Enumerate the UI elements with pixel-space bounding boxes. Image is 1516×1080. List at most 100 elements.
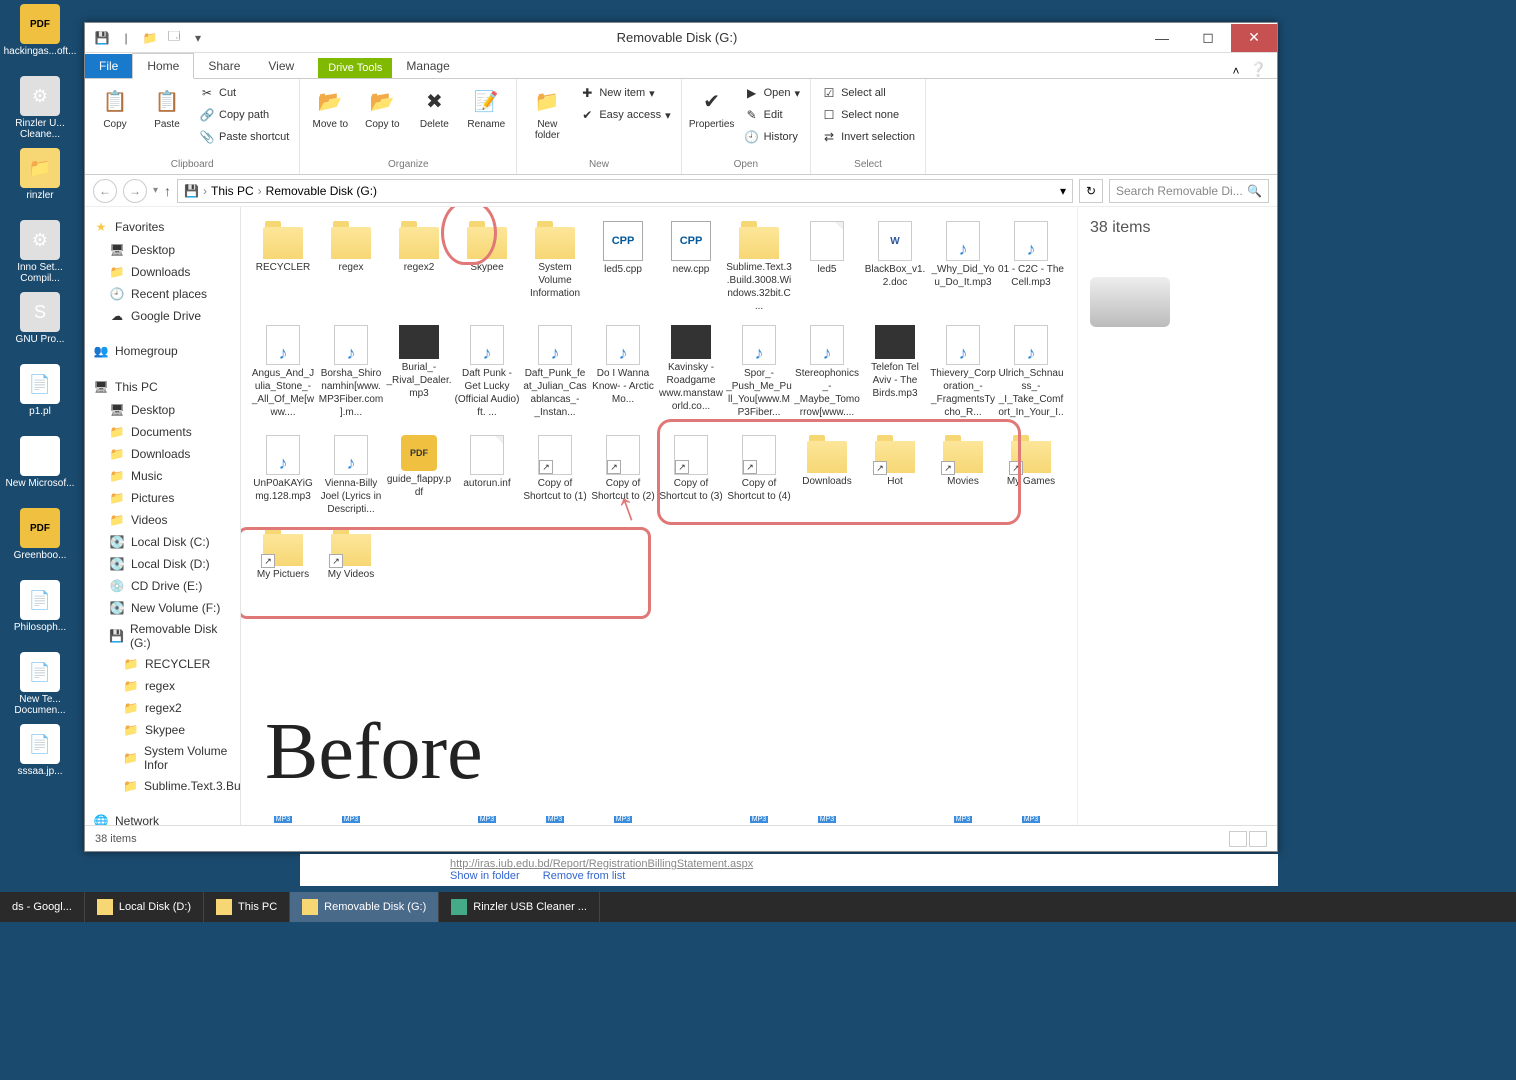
dropdown-icon[interactable]: ▾ — [1060, 184, 1066, 198]
minimize-button[interactable]: — — [1139, 24, 1185, 52]
file-item[interactable]: autorun.inf — [453, 433, 521, 518]
nav-item[interactable]: 💽Local Disk (C:) — [85, 531, 240, 553]
desktop-icon[interactable]: ⚙Inno Set... Compil... — [0, 216, 80, 288]
nav-subitem[interactable]: 📁System Volume Infor — [85, 741, 240, 775]
desktop-icon[interactable]: 📄p1.pl — [0, 360, 80, 432]
nav-network[interactable]: 🌐Network — [85, 809, 240, 825]
breadcrumb[interactable]: 💾 › This PC › Removable Disk (G:) ▾ — [177, 179, 1073, 203]
up-button[interactable]: ↑ — [164, 183, 171, 199]
back-button[interactable]: ← — [93, 179, 117, 203]
invert-selection-button[interactable]: ⇄Invert selection — [817, 127, 919, 147]
file-item[interactable]: CPPnew.cpp — [657, 219, 725, 315]
view-tab[interactable]: View — [254, 54, 308, 78]
file-item[interactable]: PDFguide_flappy.pdf — [385, 433, 453, 518]
file-item[interactable]: Downloads — [793, 433, 861, 518]
file-item[interactable]: Hot — [861, 433, 929, 518]
taskbar-item[interactable]: Rinzler USB Cleaner ... — [439, 892, 600, 922]
select-all-button[interactable]: ☑Select all — [817, 83, 919, 103]
file-item[interactable]: UnP0aKAYiGmg.128.mp3 — [249, 433, 317, 518]
file-list[interactable]: RECYCLERregexregex2SkypeeSystem Volume I… — [241, 207, 1077, 825]
nav-item[interactable]: 🖥Desktop — [85, 399, 240, 421]
properties-icon[interactable]: 🗔 — [165, 29, 183, 47]
qat-more-icon[interactable]: ▾ — [189, 29, 207, 47]
open-button[interactable]: ▶Open ▾ — [740, 83, 804, 103]
file-item[interactable]: Daft Punk - Get Lucky (Official Audio) f… — [453, 323, 521, 425]
file-item[interactable]: Vienna-Billy Joel (Lyrics in Descripti..… — [317, 433, 385, 518]
nav-item[interactable]: 📁Downloads — [85, 443, 240, 465]
file-item[interactable]: Daft_Punk_feat_Julian_Casablancas_-_Inst… — [521, 323, 589, 425]
copy-path-button[interactable]: 🔗Copy path — [195, 105, 293, 125]
desktop-icon[interactable]: XNew Microsof... — [0, 432, 80, 504]
nav-subitem[interactable]: 📁regex2 — [85, 697, 240, 719]
file-item[interactable]: Copy of Shortcut to (2) — [589, 433, 657, 518]
desktop-icon[interactable]: ⚙Rinzler U... Cleane... — [0, 72, 80, 144]
history-button[interactable]: 🕘History — [740, 127, 804, 147]
nav-thispc[interactable]: 🖥This PC — [85, 375, 240, 399]
nav-item[interactable]: ☁Google Drive — [85, 305, 240, 327]
file-item[interactable]: led5 — [793, 219, 861, 315]
easy-access-button[interactable]: ✔Easy access ▾ — [575, 105, 674, 125]
file-item[interactable]: Do I Wanna Know- - Arctic Mo... — [589, 323, 657, 425]
nav-item[interactable]: 📁Pictures — [85, 487, 240, 509]
taskbar-item[interactable]: Local Disk (D:) — [85, 892, 204, 922]
close-button[interactable]: ✕ — [1231, 24, 1277, 52]
desktop-icon[interactable]: SGNU Pro... — [0, 288, 80, 360]
file-item[interactable]: Sublime.Text.3.Build.3008.Windows.32bit.… — [725, 219, 793, 315]
file-item[interactable]: regex2 — [385, 219, 453, 315]
file-item[interactable]: Burial_-_Rival_Dealer.mp3 — [385, 323, 453, 425]
nav-item[interactable]: 📁Downloads — [85, 261, 240, 283]
manage-tab[interactable]: Manage — [392, 54, 463, 78]
file-item[interactable]: RECYCLER — [249, 219, 317, 315]
file-item[interactable]: My Games — [997, 433, 1065, 518]
paste-button[interactable]: 📋Paste — [143, 83, 191, 132]
file-tab[interactable]: File — [85, 54, 132, 78]
show-in-folder-link[interactable]: Show in folder — [450, 870, 520, 882]
file-item[interactable]: Stereophonics_-_Maybe_Tomorrow[www.... — [793, 323, 861, 425]
taskbar-item[interactable]: ds - Googl... — [0, 892, 85, 922]
nav-subitem[interactable]: 📁regex — [85, 675, 240, 697]
file-item[interactable]: WBlackBox_v1.2.doc — [861, 219, 929, 315]
file-item[interactable]: My Pictuers — [249, 526, 317, 583]
nav-item[interactable]: 🕘Recent places — [85, 283, 240, 305]
nav-item[interactable]: 📁Documents — [85, 421, 240, 443]
desktop-icon[interactable]: 📄Philosoph... — [0, 576, 80, 648]
delete-button[interactable]: ✖Delete — [410, 83, 458, 132]
forward-button[interactable]: → — [123, 179, 147, 203]
breadcrumb-item[interactable]: Removable Disk (G:) — [266, 184, 377, 198]
nav-subitem[interactable]: 📁Skypee — [85, 719, 240, 741]
new-item-button[interactable]: ✚New item ▾ — [575, 83, 674, 103]
share-tab[interactable]: Share — [194, 54, 254, 78]
file-item[interactable]: _Why_Did_You_Do_It.mp3 — [929, 219, 997, 315]
folder-icon[interactable]: 📁 — [141, 29, 159, 47]
file-item[interactable]: CPPled5.cpp — [589, 219, 657, 315]
taskbar-item-active[interactable]: Removable Disk (G:) — [290, 892, 439, 922]
file-item[interactable]: Ulrich_Schnauss_-_I_Take_Comfort_In_Your… — [997, 323, 1065, 425]
nav-homegroup[interactable]: 👥Homegroup — [85, 339, 240, 363]
move-to-button[interactable]: 📂Move to — [306, 83, 354, 132]
nav-subitem[interactable]: 📁Sublime.Text.3.Build. — [85, 775, 240, 797]
maximize-button[interactable]: ◻ — [1185, 24, 1231, 52]
file-item[interactable]: System Volume Information — [521, 219, 589, 315]
breadcrumb-item[interactable]: This PC — [211, 184, 254, 198]
select-none-button[interactable]: ☐Select none — [817, 105, 919, 125]
cut-button[interactable]: ✂Cut — [195, 83, 293, 103]
desktop-icon[interactable]: PDFhackingas...oft... — [0, 0, 80, 72]
file-item[interactable]: Copy of Shortcut to (1) — [521, 433, 589, 518]
nav-item[interactable]: 📁Videos — [85, 509, 240, 531]
nav-subitem[interactable]: 📁RECYCLER — [85, 653, 240, 675]
file-item[interactable]: Kavinsky - Roadgame www.manstaworld.co..… — [657, 323, 725, 425]
file-item[interactable]: Movies — [929, 433, 997, 518]
file-item[interactable]: Angus_And_Julia_Stone_-_All_Of_Me[www...… — [249, 323, 317, 425]
search-input[interactable]: Search Removable Di... 🔍 — [1109, 179, 1269, 203]
file-item[interactable]: My Videos — [317, 526, 385, 583]
file-item[interactable]: Thievery_Corporation_-_FragmentsTycho_R.… — [929, 323, 997, 425]
remove-from-list-link[interactable]: Remove from list — [543, 870, 626, 882]
file-item[interactable]: Spor_-_Push_Me_Pull_You[www.MP3Fiber... — [725, 323, 793, 425]
file-item[interactable]: Skypee — [453, 219, 521, 315]
nav-favorites[interactable]: ★Favorites — [85, 215, 240, 239]
nav-item[interactable]: 💿CD Drive (E:) — [85, 575, 240, 597]
taskbar-item[interactable]: This PC — [204, 892, 290, 922]
nav-item[interactable]: 💽Local Disk (D:) — [85, 553, 240, 575]
copy-to-button[interactable]: 📂Copy to — [358, 83, 406, 132]
file-item[interactable]: regex — [317, 219, 385, 315]
